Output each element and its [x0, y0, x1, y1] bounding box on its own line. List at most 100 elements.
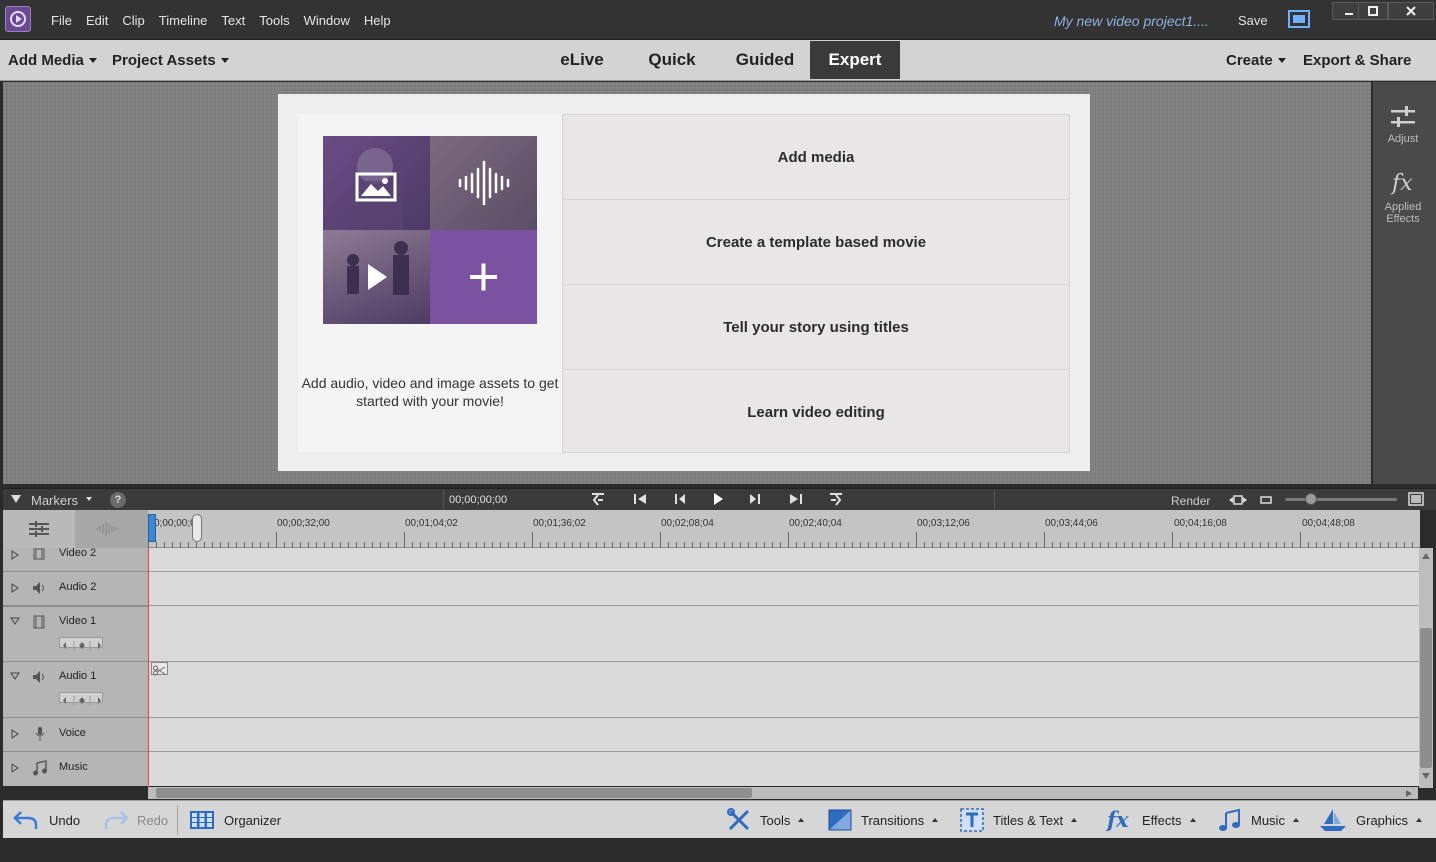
track-lane-video-1[interactable]: [149, 606, 1419, 662]
step-forward-icon[interactable]: [748, 492, 762, 506]
redo-button[interactable]: Redo: [103, 801, 168, 839]
graphics-button[interactable]: Graphics: [1319, 801, 1423, 839]
render-button[interactable]: Render: [1171, 494, 1210, 508]
play-icon[interactable]: [711, 492, 725, 506]
tab-quick[interactable]: Quick: [624, 41, 720, 79]
organizer-button[interactable]: Organizer: [189, 801, 281, 839]
track-name: Audio 1: [59, 670, 97, 682]
menu-timeline[interactable]: Timeline: [152, 13, 215, 28]
track-lane-music[interactable]: [149, 752, 1419, 786]
track-lane-video-2[interactable]: [149, 548, 1419, 572]
tab-elive[interactable]: eLive: [540, 41, 624, 79]
track-lane-audio-2[interactable]: [149, 572, 1419, 606]
collapse-icon[interactable]: [10, 672, 20, 680]
menu-clip[interactable]: Clip: [115, 13, 151, 28]
scissors-icon[interactable]: [151, 662, 168, 676]
markers-menu[interactable]: Markers: [31, 493, 78, 508]
tools-button[interactable]: Tools: [727, 801, 805, 839]
work-area-handle[interactable]: [192, 514, 202, 542]
music-note-icon: [1219, 808, 1240, 831]
menu-tools[interactable]: Tools: [252, 13, 296, 28]
project-title[interactable]: My new video project1....: [1054, 13, 1209, 29]
right-panel: Adjust fx Applied Effects: [1372, 82, 1436, 484]
zoom-in-icon[interactable]: [1408, 492, 1424, 506]
track-header-audio-2: Audio 2: [3, 572, 148, 606]
expand-icon[interactable]: [11, 729, 19, 739]
time-ruler[interactable]: 0;00;00;00 00;00;32;00 00;01;04;02 00;01…: [148, 510, 1420, 548]
titles-text-icon: [960, 808, 984, 832]
collapse-triangle-icon[interactable]: [11, 495, 21, 503]
track-lane-audio-1[interactable]: [149, 662, 1419, 718]
go-to-previous-edit-icon[interactable]: [591, 492, 605, 506]
effects-button[interactable]: fx Effects: [1106, 801, 1196, 839]
fullscreen-icon[interactable]: [1288, 10, 1310, 33]
speaker-icon: [33, 671, 44, 683]
go-to-next-edit-icon[interactable]: [829, 492, 843, 506]
add-media-option[interactable]: Add media: [563, 115, 1069, 200]
svg-text:fx: fx: [1106, 808, 1129, 832]
adjust-icon: [1391, 106, 1415, 127]
undo-button[interactable]: Undo: [13, 801, 80, 839]
tab-guided[interactable]: Guided: [720, 41, 810, 79]
track-area[interactable]: [149, 548, 1419, 786]
playhead-handle[interactable]: [148, 514, 156, 542]
export-share-menu[interactable]: Export & Share: [1303, 40, 1411, 81]
fit-timeline-icon[interactable]: [1229, 494, 1247, 506]
scroll-up-icon[interactable]: [1422, 553, 1430, 559]
menu-help[interactable]: Help: [357, 13, 398, 28]
adjust-panel-button[interactable]: Adjust: [1373, 106, 1433, 145]
svg-text:fx: fx: [1390, 171, 1413, 196]
template-movie-option[interactable]: Create a template based movie: [563, 200, 1069, 285]
customize-tracks-button[interactable]: [3, 510, 75, 548]
expand-icon[interactable]: [11, 550, 19, 560]
zoom-slider-thumb[interactable]: [1305, 493, 1317, 505]
go-to-start-icon[interactable]: [633, 492, 647, 506]
titles-story-option[interactable]: Tell your story using titles: [563, 285, 1069, 370]
save-button[interactable]: Save: [1238, 13, 1268, 28]
go-to-end-icon[interactable]: [789, 492, 803, 506]
menu-edit[interactable]: Edit: [79, 13, 115, 28]
music-button[interactable]: Music: [1218, 801, 1299, 839]
track-lane-voice[interactable]: [149, 718, 1419, 752]
menu-file[interactable]: File: [44, 13, 79, 28]
tools-icon: [727, 808, 750, 831]
maximize-button[interactable]: [1358, 2, 1388, 20]
transitions-button[interactable]: Transitions: [828, 801, 939, 839]
menu-window[interactable]: Window: [297, 13, 357, 28]
timecode-value[interactable]: 00;00;00;00: [449, 494, 507, 506]
vertical-scroll-thumb[interactable]: [1420, 628, 1432, 768]
expand-icon[interactable]: [11, 763, 19, 773]
close-button[interactable]: [1388, 2, 1434, 20]
help-icon[interactable]: ?: [110, 492, 126, 508]
zoom-slider[interactable]: [1285, 493, 1397, 505]
keyframe-controls[interactable]: [59, 692, 103, 705]
create-menu[interactable]: Create: [1226, 40, 1286, 81]
keyframe-controls[interactable]: [59, 637, 103, 650]
tools-label: Tools: [760, 812, 791, 828]
collapse-icon[interactable]: [10, 617, 20, 625]
scroll-down-icon[interactable]: [1422, 773, 1430, 779]
media-grid[interactable]: [323, 136, 537, 324]
project-assets-menu[interactable]: Project Assets: [112, 40, 229, 81]
expand-icon[interactable]: [11, 583, 19, 593]
add-media-menu[interactable]: Add Media: [8, 40, 97, 81]
audio-waveform-toggle-icon[interactable]: [95, 521, 121, 537]
chevron-up-icon: [798, 818, 805, 822]
welcome-card: Add audio, video and image assets to get…: [278, 94, 1090, 471]
vertical-scrollbar[interactable]: [1419, 548, 1433, 788]
tab-expert[interactable]: Expert: [810, 41, 900, 79]
mode-tabs: eLive Quick Guided Expert: [540, 41, 900, 79]
learn-editing-option[interactable]: Learn video editing: [563, 370, 1069, 455]
scroll-right-icon[interactable]: [1406, 790, 1412, 797]
menu-text[interactable]: Text: [214, 13, 252, 28]
project-assets-label: Project Assets: [112, 52, 216, 69]
horizontal-scroll-thumb[interactable]: [156, 788, 752, 798]
horizontal-scrollbar[interactable]: [148, 787, 1418, 799]
titles-text-button[interactable]: Titles & Text: [960, 801, 1078, 839]
playhead-line: [148, 548, 149, 788]
chevron-up-icon: [1071, 818, 1078, 822]
applied-effects-button[interactable]: fx Applied Effects: [1373, 170, 1433, 225]
app-logo-icon[interactable]: [5, 6, 31, 32]
step-back-icon[interactable]: [673, 492, 687, 506]
zoom-out-icon[interactable]: [1260, 494, 1272, 506]
